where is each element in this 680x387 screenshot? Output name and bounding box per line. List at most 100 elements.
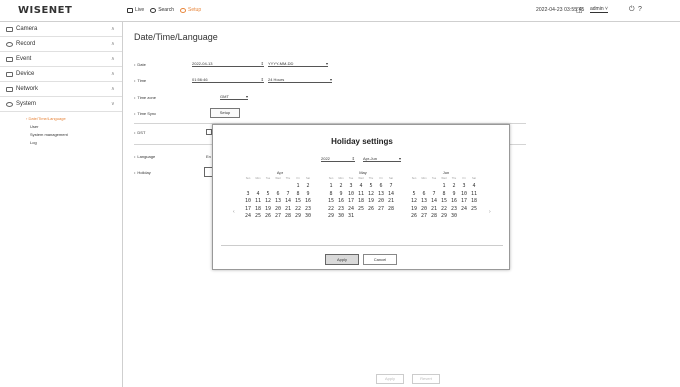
calendar-day[interactable]: 23 (303, 206, 313, 214)
calendar-day[interactable]: 5 (409, 191, 419, 199)
calendar-day[interactable]: 16 (449, 198, 459, 206)
calendar-day[interactable]: 25 (356, 206, 366, 214)
calendar-day[interactable]: 12 (409, 198, 419, 206)
calendar-day[interactable]: 2 (336, 183, 346, 191)
calendar-day[interactable]: 10 (459, 191, 469, 199)
calendar-day[interactable]: 9 (449, 191, 459, 199)
calendar-day[interactable]: 18 (356, 198, 366, 206)
next-arrow-icon[interactable]: › (489, 209, 491, 215)
sidebar-item-system[interactable]: System ∨ (0, 97, 122, 112)
calendar-day[interactable]: 8 (326, 191, 336, 199)
sidebar-item-network[interactable]: Network ∧ (0, 82, 122, 97)
calendar-day[interactable]: 4 (253, 191, 263, 199)
calendar-day[interactable]: 30 (449, 213, 459, 221)
calendar-day[interactable]: 20 (419, 206, 429, 214)
calendar-day[interactable]: 10 (243, 198, 253, 206)
calendar-day[interactable]: 31 (346, 213, 356, 221)
submenu-item-log[interactable]: Log (30, 139, 122, 147)
calendar-day[interactable]: 29 (326, 213, 336, 221)
sidebar-item-record[interactable]: Record ∧ (0, 37, 122, 52)
calendar-day[interactable]: 28 (283, 213, 293, 221)
calendar-day[interactable]: 19 (409, 206, 419, 214)
calendar-day[interactable]: 29 (293, 213, 303, 221)
calendar-day[interactable]: 18 (469, 198, 479, 206)
calendar-day[interactable]: 21 (429, 206, 439, 214)
calendar-day[interactable]: 3 (243, 191, 253, 199)
calendar-day[interactable]: 14 (429, 198, 439, 206)
calendar-day[interactable]: 13 (273, 198, 283, 206)
timesync-setup-button[interactable]: Setup (210, 108, 240, 118)
calendar-day[interactable]: 30 (336, 213, 346, 221)
time-field[interactable]: 01:56:46 ⇕ (192, 76, 264, 83)
calendar-day[interactable]: 27 (376, 206, 386, 214)
calendar-day[interactable]: 27 (419, 213, 429, 221)
dialog-apply-button[interactable]: Apply (325, 254, 359, 265)
calendar-day[interactable]: 7 (429, 191, 439, 199)
month-range-select[interactable]: Apr-Jun ▾ (363, 155, 401, 162)
calendar-day[interactable]: 10 (346, 191, 356, 199)
calendar-day[interactable]: 6 (376, 183, 386, 191)
help-icon[interactable]: ? (638, 6, 642, 13)
dialog-cancel-button[interactable]: Cancel (363, 254, 397, 265)
calendar-day[interactable]: 26 (263, 213, 273, 221)
calendar-day[interactable]: 1 (326, 183, 336, 191)
calendar-day[interactable]: 26 (409, 213, 419, 221)
calendar-day[interactable]: 16 (303, 198, 313, 206)
notification-icon[interactable]: ◫ (576, 6, 583, 14)
calendar-day[interactable]: 12 (263, 198, 273, 206)
calendar-day[interactable]: 15 (293, 198, 303, 206)
calendar-day[interactable]: 16 (336, 198, 346, 206)
calendar-day[interactable]: 29 (439, 213, 449, 221)
calendar-day[interactable]: 27 (273, 213, 283, 221)
apply-button[interactable]: Apply (376, 374, 404, 384)
calendar-day[interactable]: 2 (449, 183, 459, 191)
calendar-day[interactable]: 11 (356, 191, 366, 199)
calendar-day[interactable]: 11 (253, 198, 263, 206)
calendar-day[interactable]: 24 (243, 213, 253, 221)
calendar-day[interactable]: 22 (439, 206, 449, 214)
calendar-day[interactable]: 25 (469, 206, 479, 214)
language-value[interactable]: En (206, 154, 211, 159)
calendar-day[interactable]: 13 (376, 191, 386, 199)
calendar-day[interactable]: 23 (449, 206, 459, 214)
calendar-day[interactable]: 8 (439, 191, 449, 199)
nav-search[interactable]: Search (150, 7, 174, 13)
calendar-day[interactable]: 3 (459, 183, 469, 191)
calendar-day[interactable]: 17 (243, 206, 253, 214)
calendar-day[interactable]: 6 (419, 191, 429, 199)
calendar-day[interactable]: 12 (366, 191, 376, 199)
calendar-day[interactable]: 2 (303, 183, 313, 191)
date-field[interactable]: 2022-04-13 ⇕ (192, 60, 264, 67)
nav-live[interactable]: Live (127, 7, 144, 13)
calendar-day[interactable]: 25 (253, 213, 263, 221)
calendar-day[interactable]: 28 (386, 206, 396, 214)
sidebar-item-camera[interactable]: Camera ∧ (0, 22, 122, 37)
calendar-day[interactable]: 24 (459, 206, 469, 214)
calendar-day[interactable]: 17 (459, 198, 469, 206)
power-icon[interactable]: ⏻ (629, 6, 635, 14)
calendar-day[interactable]: 14 (283, 198, 293, 206)
year-stepper[interactable]: 2022 ⇕ (321, 155, 355, 162)
calendar-day[interactable]: 1 (293, 183, 303, 191)
calendar-day[interactable]: 20 (376, 198, 386, 206)
calendar-day[interactable]: 23 (336, 206, 346, 214)
sidebar-item-event[interactable]: Event ∧ (0, 52, 122, 67)
calendar-day[interactable]: 26 (366, 206, 376, 214)
revert-button[interactable]: Revert (412, 374, 440, 384)
calendar-day[interactable]: 17 (346, 198, 356, 206)
calendar-day[interactable]: 13 (419, 198, 429, 206)
calendar-day[interactable]: 3 (346, 183, 356, 191)
sidebar-item-device[interactable]: Device ∧ (0, 67, 122, 82)
calendar-day[interactable]: 22 (326, 206, 336, 214)
calendar-day[interactable]: 20 (273, 206, 283, 214)
calendar-day[interactable]: 21 (283, 206, 293, 214)
time-format-select[interactable]: 24 Hours ▾ (268, 76, 332, 83)
calendar-day[interactable]: 1 (439, 183, 449, 191)
calendar-day[interactable]: 24 (346, 206, 356, 214)
date-format-select[interactable]: YYYY-MM-DD ▾ (268, 60, 328, 67)
calendar-day[interactable]: 22 (293, 206, 303, 214)
submenu-item-datetime[interactable]: › Date/Time/Language (26, 115, 122, 123)
calendar-day[interactable]: 5 (263, 191, 273, 199)
calendar-day[interactable]: 21 (386, 198, 396, 206)
submenu-item-user[interactable]: User (30, 123, 122, 131)
